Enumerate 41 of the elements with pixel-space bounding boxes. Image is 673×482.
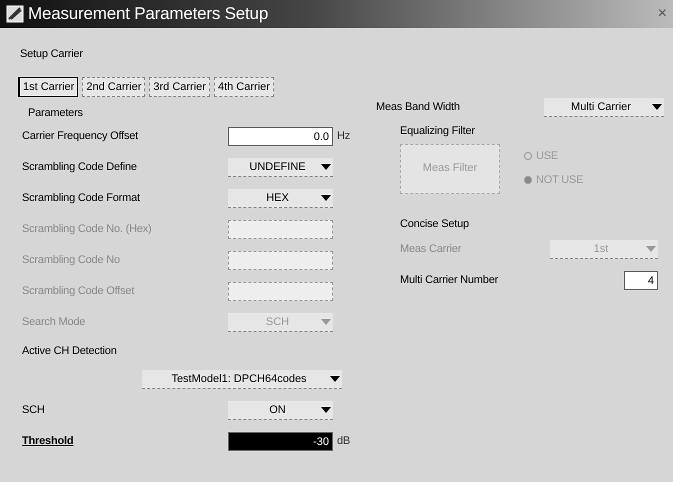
caret-icon xyxy=(321,195,331,201)
field-label: Scrambling Code Format xyxy=(22,191,141,206)
dropdown[interactable]: TestModel1: DPCH64codes xyxy=(142,370,342,389)
dropdown[interactable]: HEX xyxy=(228,189,333,208)
input-field[interactable]: -30 xyxy=(228,432,333,451)
carrier-tab[interactable]: 2nd Carrier xyxy=(82,76,146,96)
field-label: Search Mode xyxy=(22,315,86,330)
caret-icon xyxy=(330,376,340,382)
field-label: Carrier Frequency Offset xyxy=(22,129,140,144)
field-label: Scrambling Code Define xyxy=(22,160,138,176)
input-field[interactable]: 4 xyxy=(624,271,658,290)
field-label: SCH xyxy=(22,403,46,418)
close-button[interactable]: × xyxy=(658,6,667,22)
carrier-tab[interactable]: 3rd Carrier xyxy=(149,76,210,96)
window-title: Measurement Parameters Setup xyxy=(28,3,268,26)
caret-icon xyxy=(646,246,656,252)
field-label: Meas Band Width xyxy=(375,100,461,116)
group-title: Concise Setup xyxy=(400,216,470,232)
app-icon xyxy=(6,5,24,23)
field-label: Threshold xyxy=(22,434,74,450)
field-label: Scrambling Code No. (Hex) xyxy=(22,222,152,238)
carrier-tab[interactable]: 4th Carrier xyxy=(214,76,274,96)
field-label: Scrambling Code No xyxy=(22,253,121,268)
input-field[interactable]: 0.0 xyxy=(228,127,333,146)
field-label: Active CH Detection xyxy=(22,344,118,359)
caret-icon xyxy=(652,104,662,110)
caret-icon xyxy=(321,319,331,325)
dropdown[interactable]: UNDEFINE xyxy=(228,158,333,177)
group-title: Parameters xyxy=(28,106,84,120)
unit-label: Hz xyxy=(337,129,350,144)
field-label: Multi Carrier Number xyxy=(400,273,500,288)
caret-icon xyxy=(321,407,331,413)
carrier-tab[interactable]: 1st Carrier xyxy=(18,76,78,96)
section-label: Setup Carrier xyxy=(20,47,84,62)
caret-icon xyxy=(321,164,331,170)
group-title: Equalizing Filter xyxy=(400,124,476,139)
dropdown[interactable]: ON xyxy=(228,401,333,420)
field-label: Scrambling Code Offset xyxy=(22,284,136,300)
field-label: Meas Carrier xyxy=(400,242,462,258)
unit-label: dB xyxy=(337,434,350,450)
dropdown[interactable]: Multi Carrier xyxy=(544,98,664,117)
